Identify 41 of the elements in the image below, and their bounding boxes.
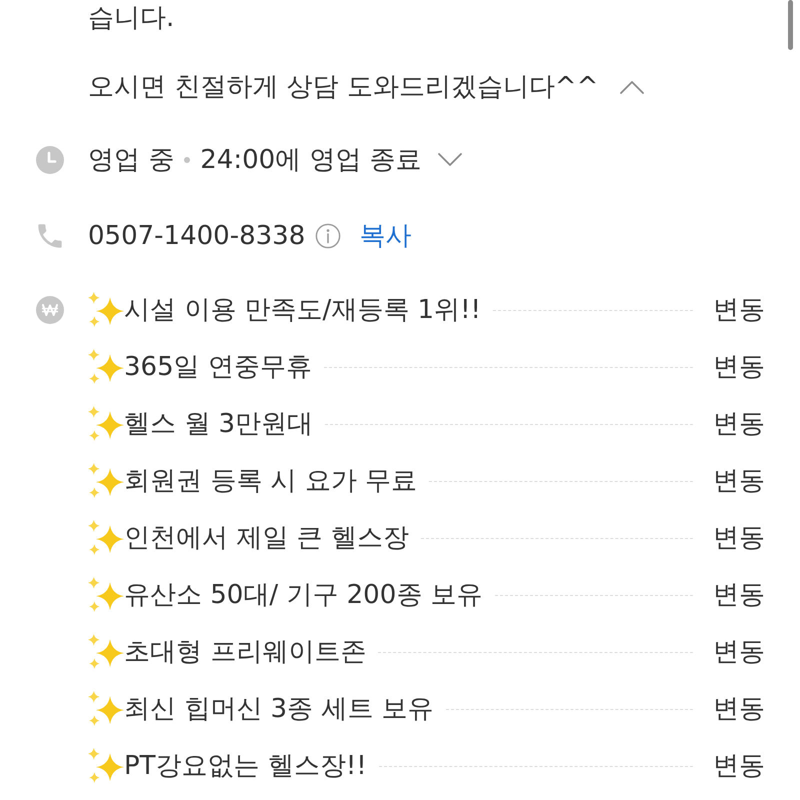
sparkle-icon bbox=[88, 520, 124, 556]
menu-item-price: 변동 bbox=[713, 465, 765, 498]
chevron-up-icon[interactable] bbox=[618, 79, 646, 95]
won-icon bbox=[36, 296, 64, 324]
menu-item-name: 헬스 월 3만원대 bbox=[124, 408, 314, 441]
menu-item-name: 유산소 50대/ 기구 200종 보유 bbox=[124, 579, 483, 612]
menu-item-price: 변동 bbox=[713, 750, 765, 783]
menu-item-name: 시설 이용 만족도/재등록 1위!! bbox=[124, 294, 481, 327]
menu-item-name: 365일 연중무휴 bbox=[124, 351, 312, 384]
phone-icon bbox=[37, 223, 63, 249]
sparkle-icon bbox=[88, 748, 124, 784]
sparkle-icon bbox=[88, 577, 124, 613]
info-icon[interactable] bbox=[315, 223, 342, 249]
menu-item-price: 변동 bbox=[713, 351, 765, 384]
description-text: 오시면 친절하게 상담 도와드리겠습니다^^ bbox=[88, 71, 598, 104]
menu-item-price: 변동 bbox=[713, 522, 765, 555]
menu-item-name: 초대형 프리웨이트존 bbox=[124, 636, 366, 669]
menu-item-name: PT강요없는 헬스장!! bbox=[124, 750, 367, 783]
sparkle-icon bbox=[88, 463, 124, 499]
closing-time: 24:00에 영업 종료 bbox=[200, 144, 422, 177]
sparkle-icon bbox=[88, 691, 124, 727]
menu-item-price: 변동 bbox=[713, 579, 765, 612]
phone-number: 0507-1400-8338 bbox=[88, 220, 306, 253]
clock-icon bbox=[36, 146, 64, 174]
menu-item-name: 회원권 등록 시 요가 무료 bbox=[124, 465, 418, 498]
description-text: 습니다. bbox=[88, 2, 174, 35]
sparkle-icon bbox=[88, 406, 124, 442]
menu-item-price: 변동 bbox=[713, 408, 765, 441]
chevron-down-icon[interactable] bbox=[436, 152, 464, 168]
copy-link[interactable]: 복사 bbox=[359, 218, 412, 254]
dot-icon bbox=[184, 157, 190, 163]
sparkle-icon bbox=[88, 634, 124, 670]
scrollbar-thumb bbox=[788, 0, 793, 50]
menu-item-name: 최신 힙머신 3종 세트 보유 bbox=[124, 693, 434, 726]
menu-item-name: 인천에서 제일 큰 헬스장 bbox=[124, 522, 409, 555]
menu-item-price: 변동 bbox=[713, 294, 765, 327]
menu-item-price: 변동 bbox=[713, 693, 765, 726]
sparkle-icon bbox=[88, 292, 124, 328]
business-status: 영업 중 bbox=[88, 144, 174, 177]
sparkle-icon bbox=[88, 349, 124, 385]
menu-item-price: 변동 bbox=[713, 636, 765, 669]
